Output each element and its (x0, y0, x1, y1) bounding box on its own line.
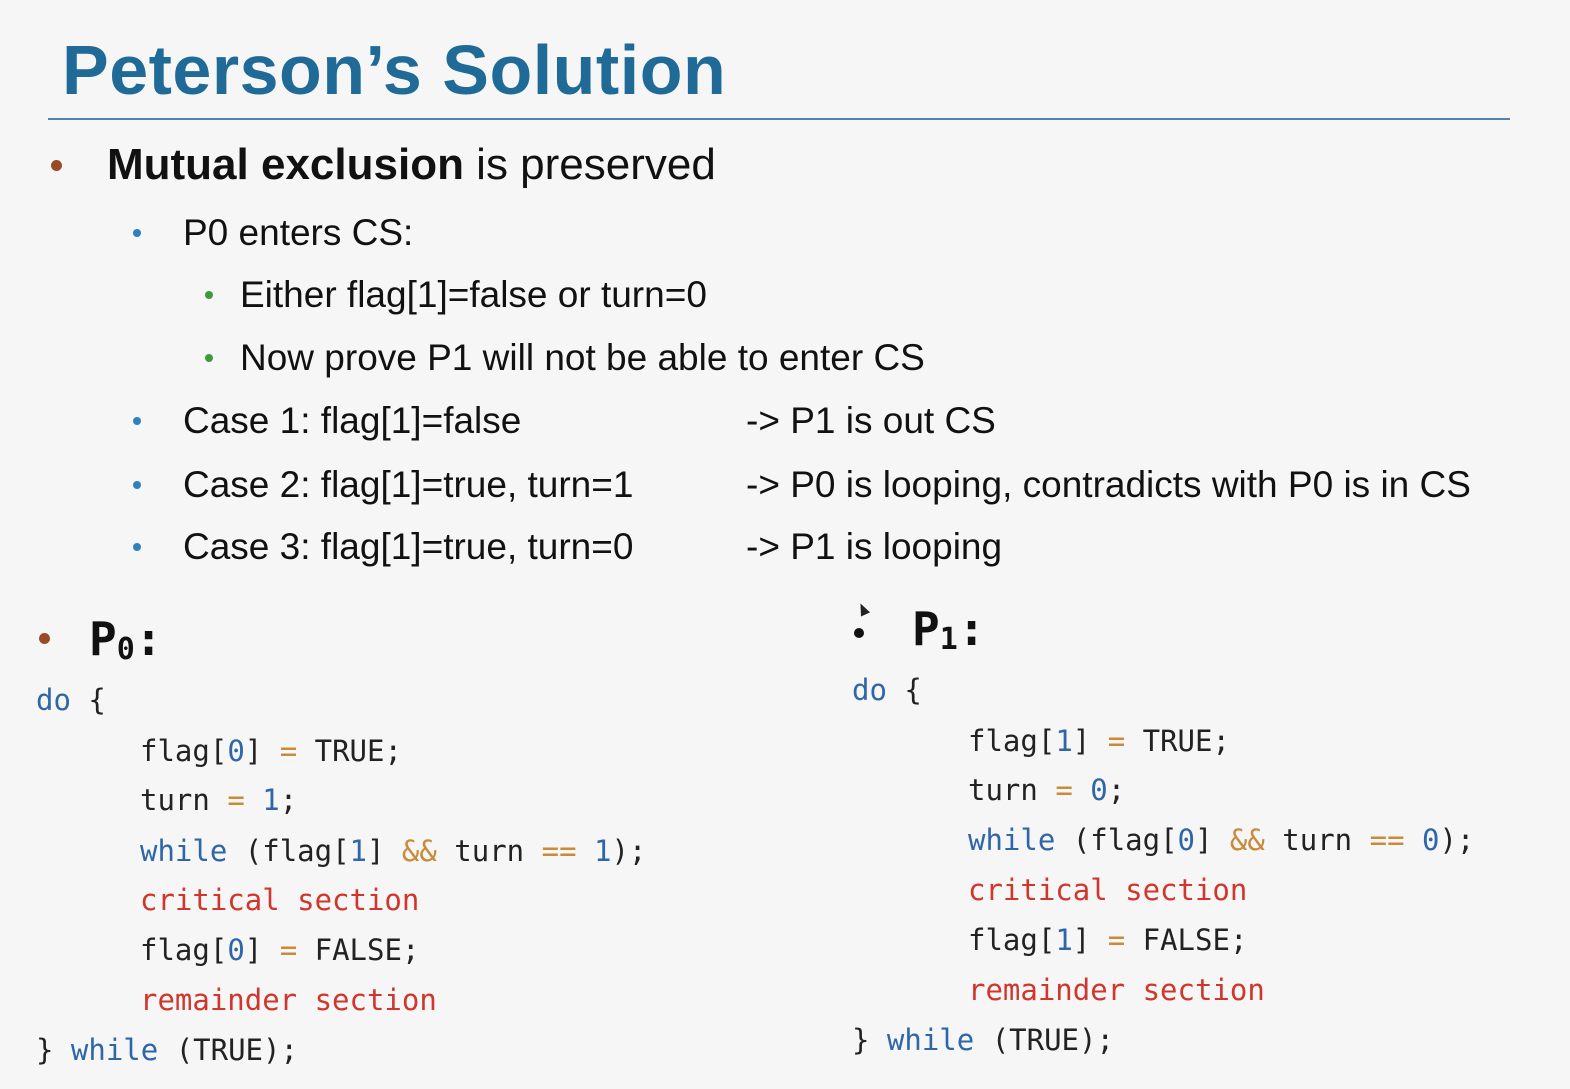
p0-line-turn: turn = 1; (140, 783, 298, 817)
p0-name: P (89, 612, 117, 666)
bullet-dot (133, 543, 141, 551)
p1-line-while: while (flag[0] && turn == 0); (968, 823, 1474, 857)
p1-name: P (912, 602, 940, 656)
turn-var: turn (968, 773, 1038, 807)
either-bullet: Either flag[1]=false or turn=0 (240, 274, 707, 315)
case-label: Case 3: flag[1]=true, turn=0 (183, 526, 634, 567)
p1-line-flag-true: flag[1] = TRUE; (968, 724, 1230, 758)
p0-enters-bullet: P0 enters CS: (183, 212, 414, 253)
turn-value: 1 (262, 783, 280, 817)
p0-remainder-section: remainder section (140, 983, 437, 1017)
while-end: ); (1439, 823, 1475, 857)
bullet-dot (854, 628, 864, 638)
bullet-dot (133, 417, 141, 425)
p0-subscript: 0 (116, 632, 135, 667)
now-prove-bullet: Now prove P1 will not be able to enter C… (240, 337, 925, 378)
keyword-while: while (140, 834, 228, 868)
p1-heading: P1: (912, 602, 985, 657)
turn-value: 0 (1090, 773, 1108, 807)
flag-index: 1 (1055, 724, 1073, 758)
case-result: -> P1 is looping (746, 526, 1003, 567)
p1-remainder-section: remainder section (968, 973, 1265, 1007)
eq-operator: == (1369, 823, 1405, 857)
main-bullet-bold: Mutual exclusion (107, 140, 464, 189)
p0-line-flag-false: flag[0] = FALSE; (140, 933, 420, 967)
p1-line-do: do { (852, 673, 922, 707)
while-index: 1 (349, 834, 367, 868)
turn-var: turn (140, 783, 210, 817)
p0-line-close: } while (TRUE); (36, 1033, 298, 1067)
bullet-dot (133, 481, 141, 489)
while-true: (TRUE); (974, 1023, 1114, 1057)
bullet-dot (205, 354, 213, 362)
brace-open: { (886, 673, 922, 707)
while-cond: ] (1195, 823, 1230, 857)
true-value: TRUE; (1142, 724, 1230, 758)
brace-open: { (70, 683, 106, 717)
flag-open: flag[ (968, 724, 1056, 758)
mouse-cursor-icon (855, 601, 871, 617)
true-value: TRUE; (314, 734, 402, 768)
bullet-dot (51, 160, 62, 171)
flag-index: 1 (1055, 923, 1073, 957)
p1-subscript: 1 (939, 622, 958, 657)
slide-title: Peterson’s Solution (62, 31, 727, 109)
while-cond: turn (436, 834, 542, 868)
bullet-dot (39, 633, 50, 644)
main-bullet: Mutual exclusion is preserved (107, 140, 716, 190)
p0-colon: : (134, 612, 163, 666)
flag-index: 0 (227, 734, 245, 768)
main-bullet-rest: is preserved (463, 140, 716, 189)
flag-open: flag[ (140, 734, 228, 768)
while-true: (TRUE); (158, 1033, 298, 1067)
case-label: Case 2: flag[1]=true, turn=1 (183, 464, 634, 505)
keyword-do: do (36, 683, 71, 717)
while-value: 1 (594, 834, 612, 868)
brace-close: } (36, 1033, 71, 1067)
while-cond: (flag[ (227, 834, 350, 868)
p0-critical-section: critical section (140, 883, 420, 917)
and-operator: && (401, 834, 437, 868)
p0-line-do: do { (36, 683, 106, 717)
bullet-dot (133, 229, 141, 237)
keyword-while: while (968, 823, 1056, 857)
and-operator: && (1229, 823, 1265, 857)
while-cond: ] (367, 834, 402, 868)
p0-line-while: while (flag[1] && turn == 1); (140, 834, 646, 868)
flag-index: 0 (227, 933, 245, 967)
keyword-do: do (852, 673, 887, 707)
bullet-dot (205, 291, 213, 299)
while-cond: (flag[ (1055, 823, 1178, 857)
keyword-while: while (70, 1033, 159, 1067)
case-result: -> P0 is looping, contradicts with P0 is… (746, 464, 1471, 505)
p0-line-flag-true: flag[0] = TRUE; (140, 734, 402, 768)
case-label: Case 1: flag[1]=false (183, 400, 522, 441)
p1-line-close: } while (TRUE); (852, 1023, 1114, 1057)
flag-open: flag[ (140, 933, 228, 967)
p1-line-flag-false: flag[1] = FALSE; (968, 923, 1248, 957)
false-value: FALSE; (1142, 923, 1248, 957)
p1-colon: : (957, 602, 986, 656)
p0-heading: P0: (89, 612, 162, 667)
while-cond: turn (1264, 823, 1370, 857)
brace-close: } (852, 1023, 887, 1057)
while-end: ); (611, 834, 647, 868)
title-divider (48, 118, 1510, 120)
flag-open: flag[ (968, 923, 1056, 957)
while-value: 0 (1422, 823, 1440, 857)
p1-critical-section: critical section (968, 873, 1248, 907)
eq-operator: == (541, 834, 577, 868)
case-result: -> P1 is out CS (746, 400, 996, 441)
while-index: 0 (1177, 823, 1195, 857)
keyword-while: while (886, 1023, 975, 1057)
false-value: FALSE; (314, 933, 420, 967)
p1-line-turn: turn = 0; (968, 773, 1126, 807)
